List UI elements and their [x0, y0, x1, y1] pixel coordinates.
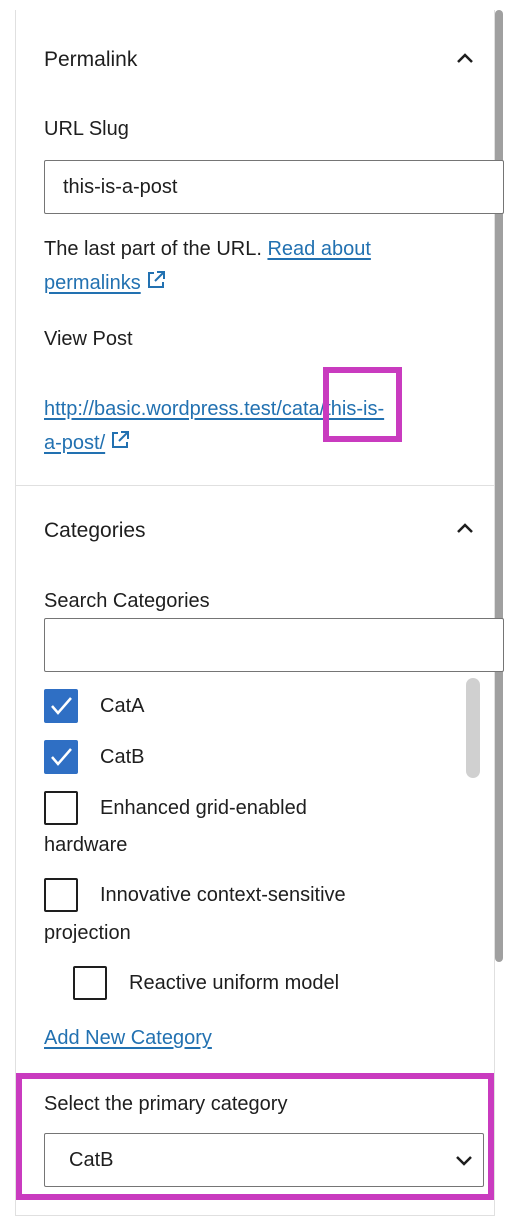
- panel-divider: [15, 485, 495, 486]
- view-post-url: http://basic.wordpress.test/cata/this-is…: [44, 392, 484, 462]
- chevron-up-icon[interactable]: [453, 47, 477, 71]
- category-label-catb[interactable]: CatB: [100, 739, 144, 775]
- url-slug-input[interactable]: this-is-a-post: [44, 160, 504, 214]
- external-link-icon[interactable]: [109, 428, 131, 462]
- category-label-innovative-line2[interactable]: projection: [44, 915, 131, 951]
- category-label-enhanced-line2[interactable]: hardware: [44, 827, 127, 863]
- add-new-category-link[interactable]: Add New Category: [44, 1027, 212, 1050]
- url-slug-label: URL Slug: [44, 118, 129, 140]
- cata-highlight-box: [323, 367, 402, 442]
- category-label-innovative-line1[interactable]: Innovative context-sensitive: [100, 877, 346, 913]
- chevron-up-icon[interactable]: [453, 517, 477, 541]
- checkbox-innovative-context-sensitive-projection[interactable]: [44, 878, 78, 912]
- checkmark-icon: [51, 697, 72, 715]
- checkbox-cata[interactable]: [44, 689, 78, 723]
- search-categories-input[interactable]: [44, 618, 504, 672]
- categories-panel-title[interactable]: Categories: [44, 519, 146, 543]
- checkmark-icon: [51, 748, 72, 766]
- category-label-reactive[interactable]: Reactive uniform model: [129, 965, 339, 1001]
- checkbox-enhanced-grid-enabled-hardware[interactable]: [44, 791, 78, 825]
- category-label-cata[interactable]: CatA: [100, 688, 144, 724]
- permalink-panel-title[interactable]: Permalink: [44, 48, 137, 72]
- category-label-enhanced-line1[interactable]: Enhanced grid-enabled: [100, 790, 307, 826]
- external-link-icon[interactable]: [145, 268, 167, 302]
- permalink-help-text: The last part of the URL.: [44, 238, 262, 260]
- search-categories-label: Search Categories: [44, 590, 210, 612]
- checkbox-reactive-uniform-model[interactable]: [73, 966, 107, 1000]
- checkbox-catb[interactable]: [44, 740, 78, 774]
- primary-category-highlight-box: [16, 1073, 494, 1200]
- sidebar-scrollbar-thumb[interactable]: [495, 10, 503, 962]
- view-post-label: View Post: [44, 328, 133, 350]
- category-list-scrollbar[interactable]: [466, 678, 480, 778]
- permalink-help: The last part of the URL. Read about per…: [44, 232, 464, 302]
